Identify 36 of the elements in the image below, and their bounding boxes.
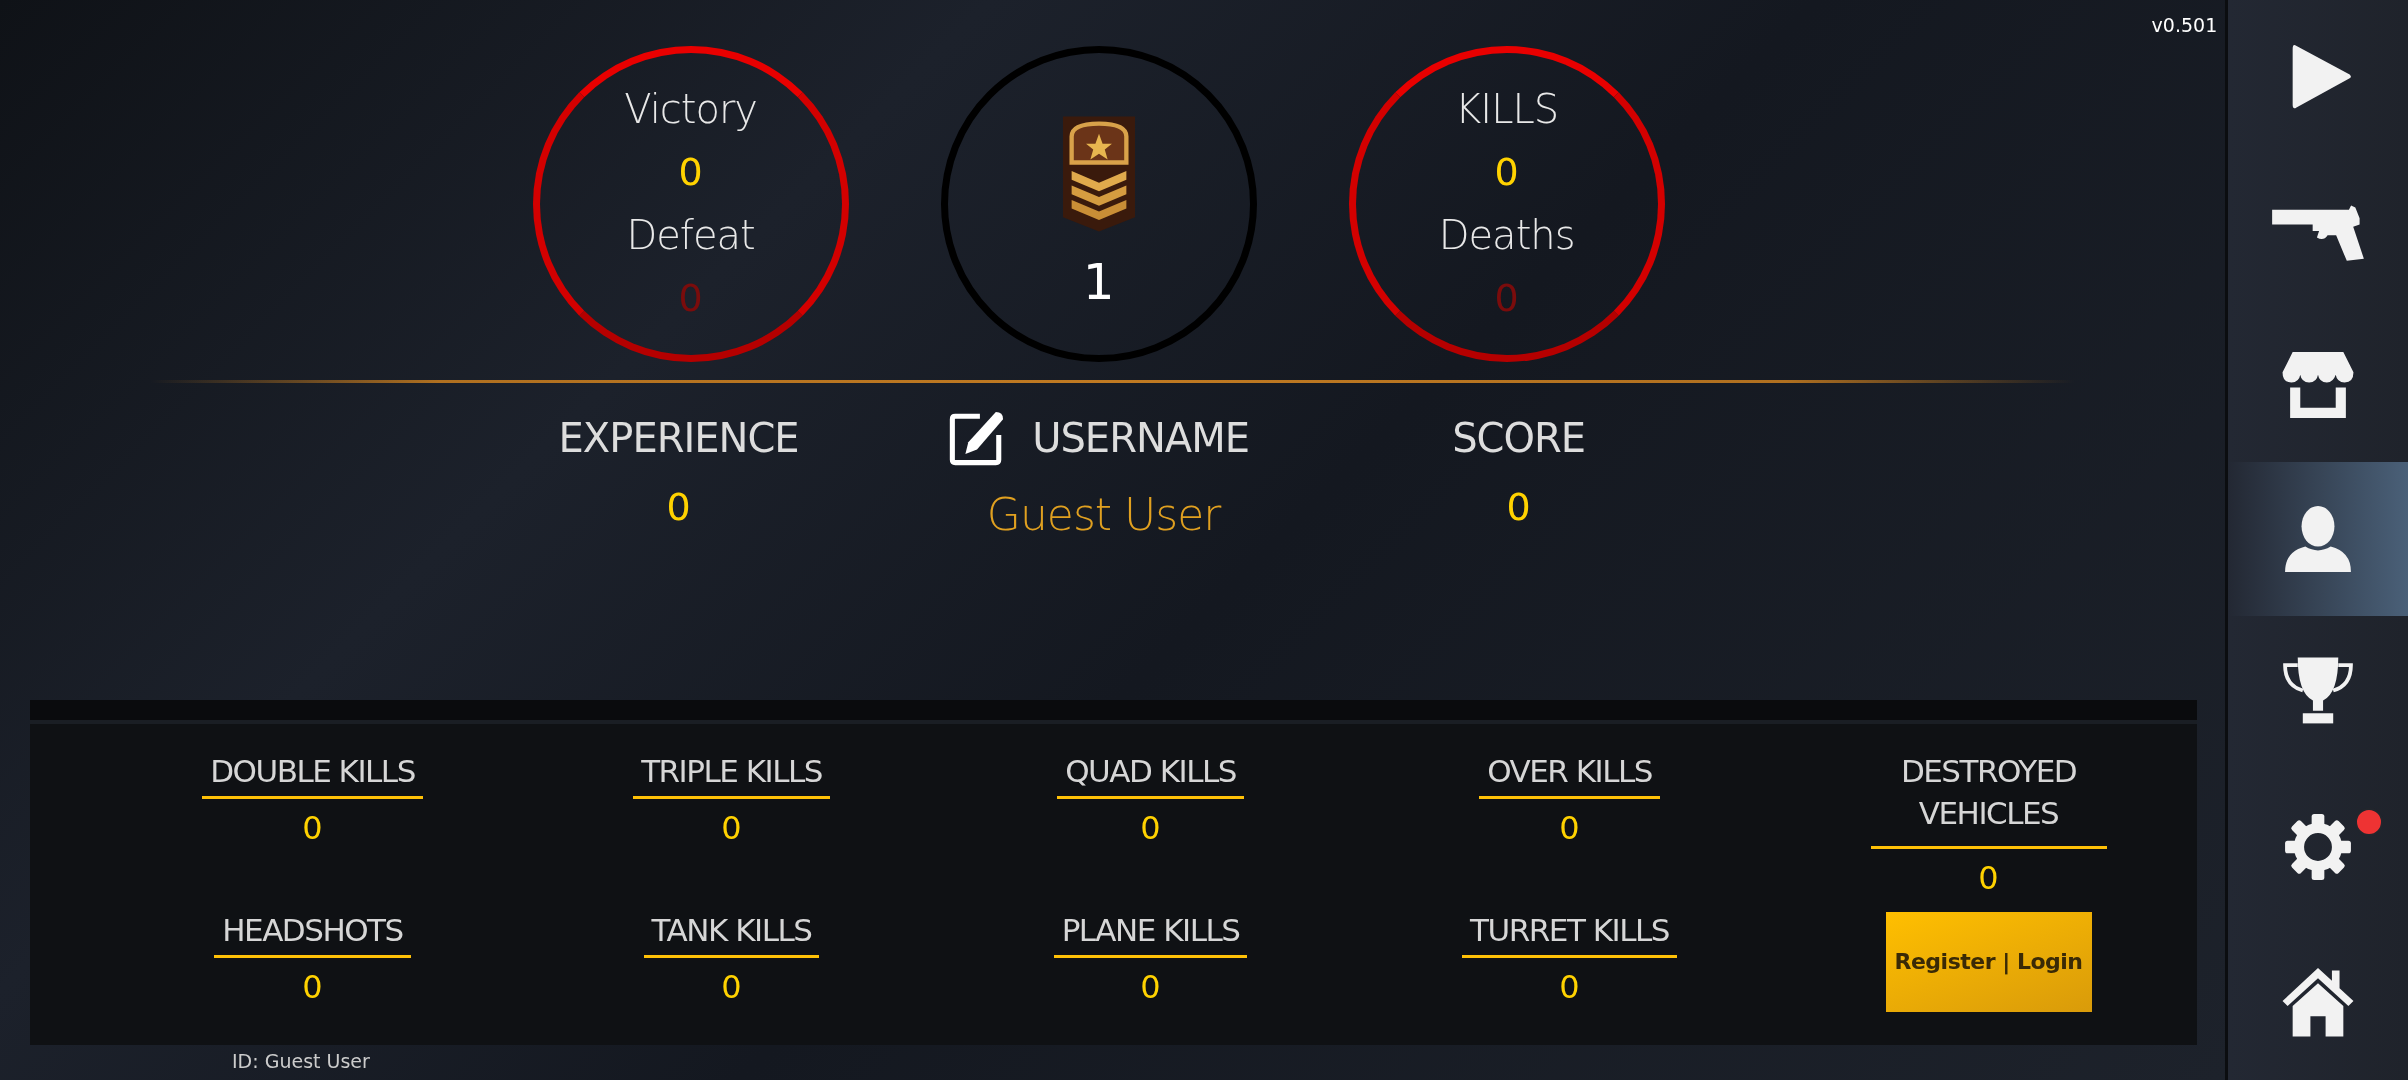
stat-value: 0 [721,968,742,1006]
rank-level: 1 [1082,253,1115,311]
stat-value: 0 [302,809,323,847]
stat-value: 0 [678,149,703,196]
stat-label: KILLS [1455,85,1559,134]
stat-value: 0 [721,809,742,847]
stat-value: 0 [302,968,323,1006]
stat-label: Deaths [1438,211,1575,260]
stat-label: OVER KILLS [1479,750,1660,799]
stat-value: 0 [1559,968,1580,1006]
stat-label: TRIPLE KILLS [633,750,830,799]
stat-label: TANK KILLS [643,909,820,958]
stat-label: PLANE KILLS [1053,909,1248,958]
register-login-button[interactable]: Register | Login [1885,911,2092,1012]
stat-value: 0 [1978,859,1999,897]
stat-label: TURRET KILLS [1462,909,1677,958]
stat-label: DOUBLE KILLS [202,750,423,799]
stat-label: HEADSHOTS [214,909,411,958]
user-id-label: ID: Guest User [232,1050,370,1072]
summary-label: EXPERIENCE [558,415,799,461]
stat-value: 0 [678,275,703,322]
stat-label: Victory [624,85,758,134]
stat-value: 0 [1494,149,1519,196]
summary-value: 0 [666,485,691,529]
summary-label: SCORE [1452,415,1586,461]
stat-value: 0 [1559,809,1580,847]
stat-value: 0 [1140,809,1161,847]
summary-label: USERNAME [1032,415,1249,461]
summary-value: 0 [1506,485,1531,529]
username-value: Guest User [985,489,1221,540]
version-label: v0.501 [2151,14,2218,36]
stat-value: 0 [1140,968,1161,1006]
stat-label: QUAD KILLS [1057,750,1244,799]
stat-label: Defeat [626,211,755,260]
stat-label: DESTROYED VEHICLES [1870,750,2107,849]
stat-value: 0 [1494,275,1519,322]
